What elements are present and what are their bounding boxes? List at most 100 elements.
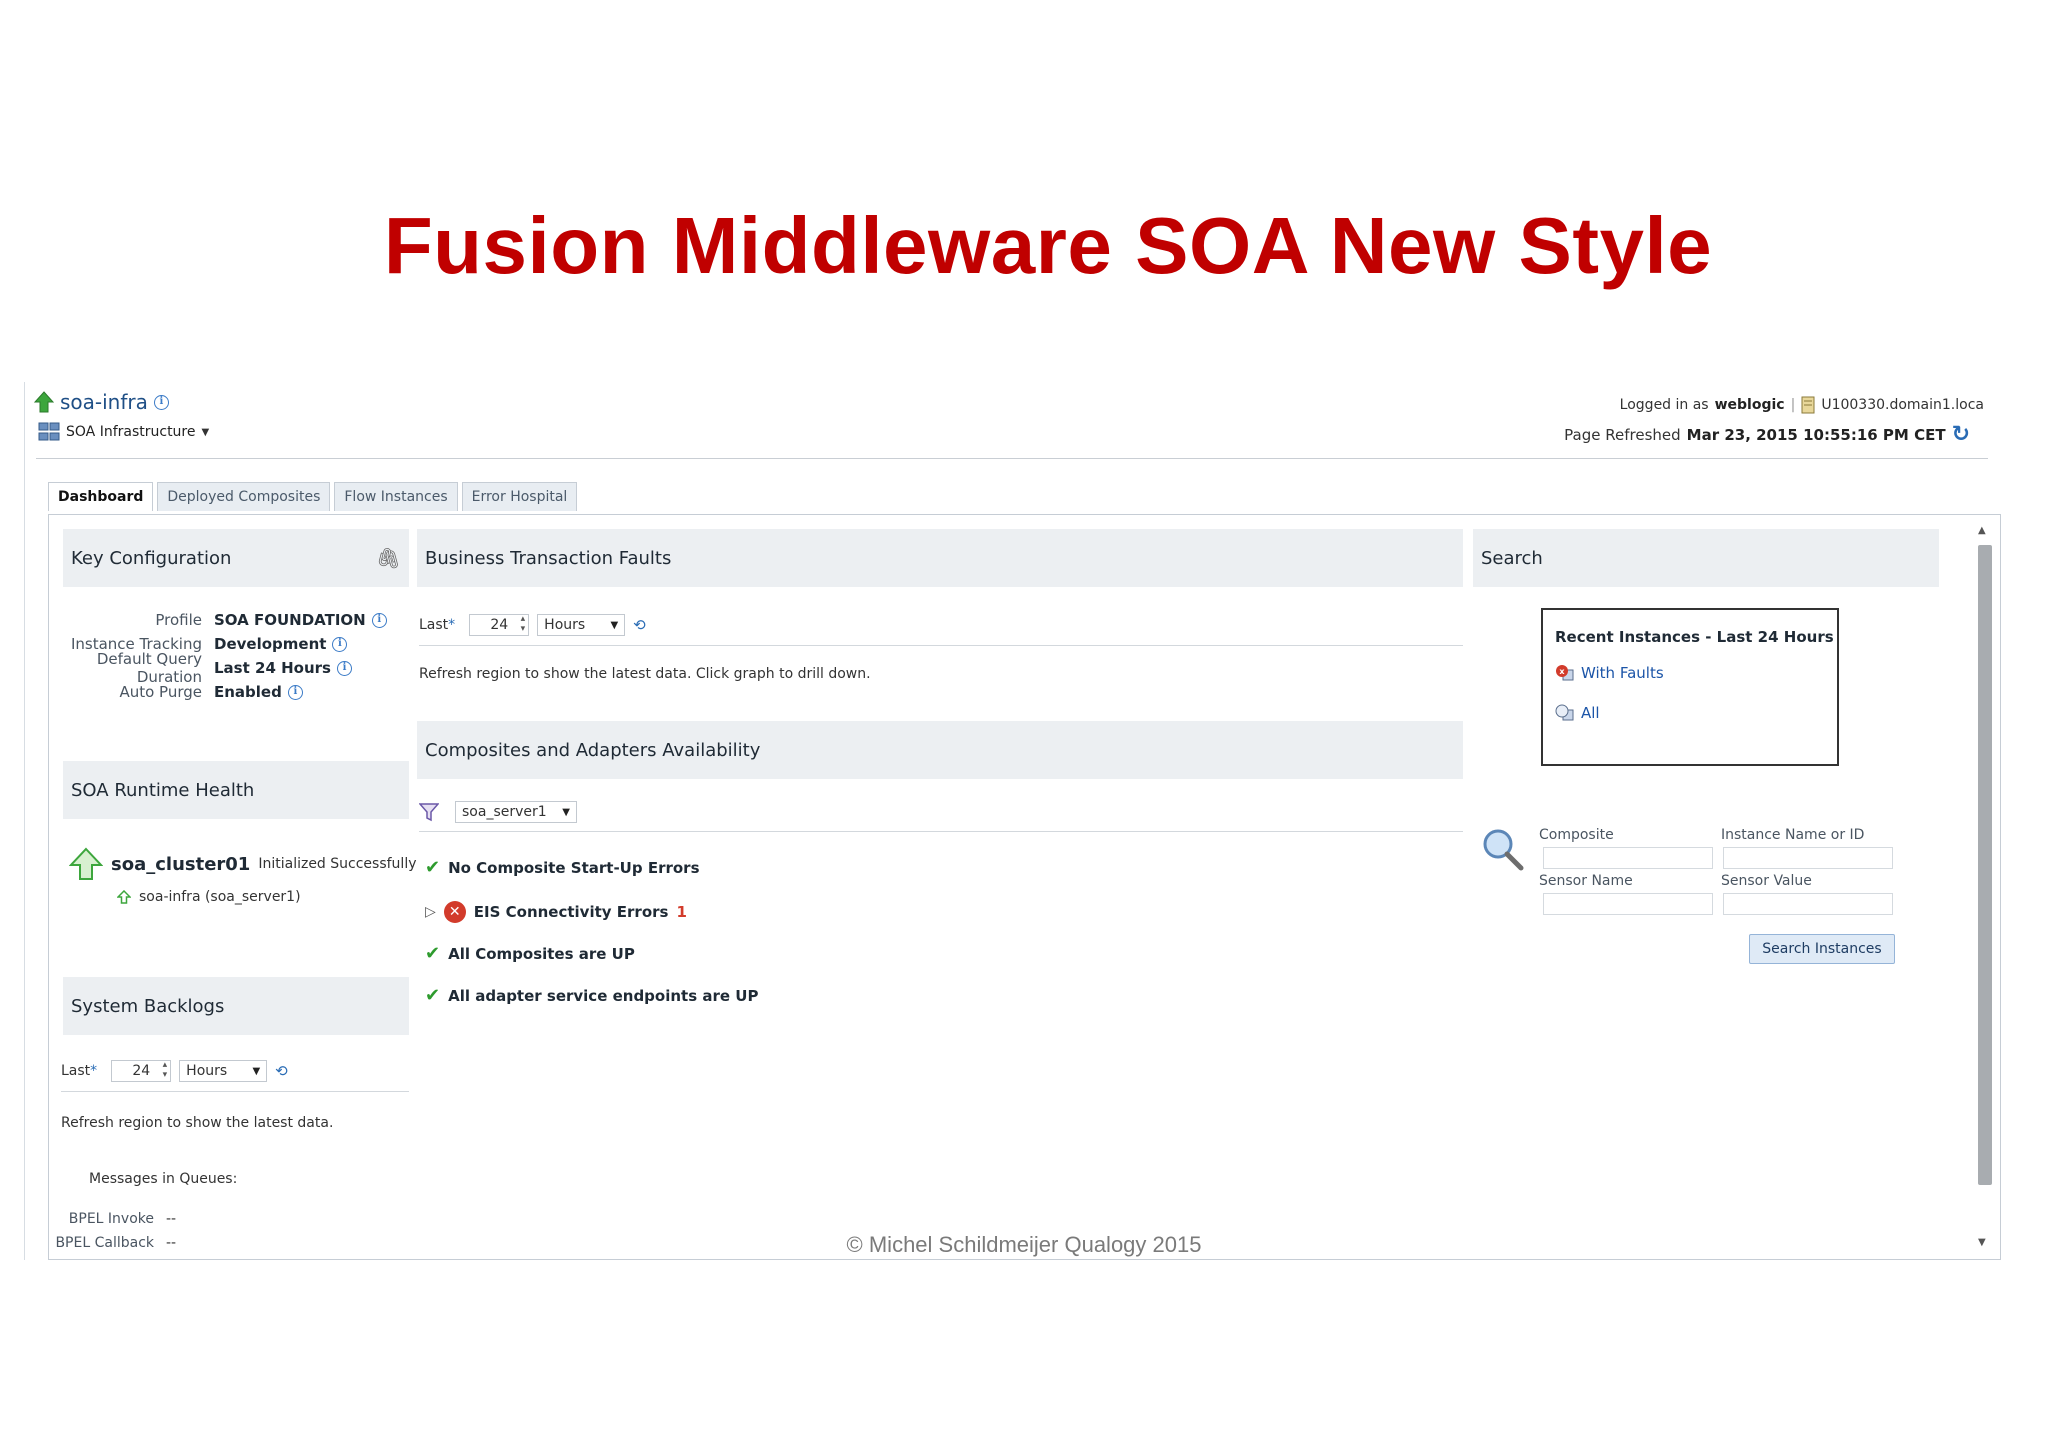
- instances-icon: [1555, 704, 1574, 721]
- left-border: [24, 382, 25, 1260]
- app-name[interactable]: soa-infra: [60, 390, 148, 414]
- cluster-row: soa_cluster01 Initialized Successfully: [69, 847, 417, 881]
- status-up-icon: [34, 391, 54, 413]
- availability-item: ▷ ✕ EIS Connectivity Errors 1: [425, 901, 687, 923]
- availability-item-label: No Composite Start-Up Errors: [448, 858, 700, 877]
- kc-value: SOA FOUNDATION: [214, 611, 366, 629]
- divider: [61, 1091, 409, 1092]
- dashboard-content: Key Configuration 🖇 Profile SOA FOUNDATI…: [48, 515, 2001, 1260]
- kc-query-duration-row: Default Query Duration Last 24 Hours i: [49, 650, 352, 686]
- em-screenshot: soa-infra i SOA Infrastructure ▼ Logged …: [24, 382, 2001, 1260]
- all-link[interactable]: All: [1555, 704, 1600, 722]
- refresh-info: Page Refreshed Mar 23, 2015 10:55:16 PM …: [1564, 424, 1970, 446]
- sensor-value-label: Sensor Value: [1721, 873, 1812, 889]
- status-up-icon: [69, 847, 103, 880]
- unit-select[interactable]: Hours: [179, 1060, 268, 1082]
- search-title: Search: [1481, 547, 1543, 569]
- with-faults-label: With Faults: [1581, 664, 1664, 682]
- kc-profile-row: Profile SOA FOUNDATION i: [49, 608, 387, 632]
- btf-header: Business Transaction Faults: [417, 529, 1463, 587]
- info-icon[interactable]: i: [336, 660, 352, 676]
- btf-note: Refresh region to show the latest data. …: [419, 666, 871, 682]
- btf-title: Business Transaction Faults: [425, 547, 672, 569]
- sensor-name-input[interactable]: [1543, 893, 1713, 915]
- tab-error-hospital[interactable]: Error Hospital: [461, 482, 578, 511]
- kc-label: Profile: [155, 611, 202, 629]
- search-instances-button[interactable]: Search Instances: [1749, 934, 1895, 964]
- availability-header: Composites and Adapters Availability: [417, 721, 1463, 779]
- instance-input[interactable]: [1723, 847, 1893, 869]
- server-row: soa-infra (soa_server1): [117, 889, 301, 905]
- server-icon: [1801, 396, 1815, 414]
- server-name[interactable]: soa-infra (soa_server1): [139, 889, 301, 905]
- refresh-icon[interactable]: ↻: [1952, 424, 1970, 446]
- last-label: Last*: [61, 1063, 98, 1079]
- key-configuration-header: Key Configuration 🖇: [63, 529, 409, 587]
- tab-dashboard[interactable]: Dashboard: [48, 482, 154, 511]
- sensor-value-input[interactable]: [1723, 893, 1893, 915]
- last-value-spinner[interactable]: 24: [469, 614, 530, 636]
- availability-item-label[interactable]: EIS Connectivity Errors: [474, 903, 669, 921]
- system-backlogs-header: System Backlogs: [63, 977, 409, 1035]
- host-name: U100330.domain1.loca: [1821, 397, 1984, 413]
- kc-label: Auto Purge: [119, 683, 202, 701]
- composite-input[interactable]: [1543, 847, 1713, 869]
- app-menu-label: SOA Infrastructure: [66, 424, 196, 440]
- availability-item-label: All adapter service endpoints are UP: [448, 986, 759, 1005]
- system-backlogs-title: System Backlogs: [71, 995, 225, 1017]
- cluster-status: Initialized Successfully: [258, 856, 417, 872]
- scroll-up-icon[interactable]: ▲: [1978, 525, 1986, 536]
- availability-item: ✔ All Composites are UP: [425, 943, 635, 964]
- faults-icon: x: [1556, 665, 1574, 681]
- filter-icon[interactable]: [419, 802, 439, 822]
- last-value-spinner[interactable]: 24: [111, 1060, 172, 1082]
- all-label: All: [1581, 704, 1600, 722]
- kc-value: Enabled: [214, 683, 282, 701]
- search-header: Search: [1473, 529, 1939, 587]
- unit-select[interactable]: Hours: [537, 614, 626, 636]
- with-faults-link[interactable]: x With Faults: [1555, 664, 1664, 682]
- info-icon[interactable]: i: [332, 636, 348, 652]
- slide-title: Fusion Middleware SOA New Style: [383, 201, 1713, 290]
- soa-infrastructure-icon: [38, 422, 60, 441]
- runtime-health-header: SOA Runtime Health: [63, 761, 409, 819]
- availability-item: ✔ All adapter service endpoints are UP: [425, 985, 758, 1006]
- scroll-thumb[interactable]: [1978, 545, 1992, 1185]
- tab-flow-instances[interactable]: Flow Instances: [334, 482, 458, 511]
- error-count[interactable]: 1: [676, 903, 686, 921]
- app-menu[interactable]: SOA Infrastructure ▼: [38, 422, 209, 442]
- queue-label: BPEL Invoke: [68, 1211, 154, 1227]
- user-name[interactable]: weblogic: [1715, 397, 1785, 413]
- logged-in-label: Logged in as: [1619, 397, 1709, 413]
- kc-value: Development: [214, 635, 327, 653]
- separator: |: [1790, 397, 1796, 413]
- paperclip-icon[interactable]: 🖇: [376, 546, 401, 570]
- vertical-scrollbar[interactable]: ▲ ▼: [1974, 525, 1994, 1255]
- cluster-name[interactable]: soa_cluster01: [111, 854, 250, 875]
- chevron-down-icon: ▼: [201, 426, 210, 438]
- check-icon: ✔: [425, 943, 441, 964]
- fetch-data-icon[interactable]: ⟲: [633, 616, 646, 634]
- recent-instances-title: Recent Instances - Last 24 Hours: [1555, 628, 1834, 646]
- expand-icon[interactable]: ▷: [425, 904, 436, 920]
- sensor-name-label: Sensor Name: [1539, 873, 1633, 889]
- tab-deployed-composites[interactable]: Deployed Composites: [157, 482, 331, 511]
- check-icon: ✔: [425, 857, 441, 878]
- tab-bar: Dashboard Deployed Composites Flow Insta…: [48, 482, 578, 511]
- info-icon[interactable]: i: [153, 394, 169, 410]
- login-info: Logged in as weblogic | U100330.domain1.…: [1620, 396, 1984, 414]
- divider: [419, 645, 1463, 646]
- app-header: soa-infra i: [34, 390, 169, 414]
- fetch-data-icon[interactable]: ⟲: [275, 1062, 288, 1080]
- recent-instances-box: Recent Instances - Last 24 Hours x With …: [1541, 608, 1839, 766]
- server-select[interactable]: soa_server1: [455, 801, 577, 823]
- info-icon[interactable]: i: [287, 684, 303, 700]
- info-icon[interactable]: i: [371, 612, 387, 628]
- header-divider: [36, 458, 1988, 459]
- runtime-health-title: SOA Runtime Health: [71, 779, 255, 801]
- svg-text:x: x: [1559, 667, 1565, 676]
- last-label: Last*: [419, 617, 456, 633]
- page-refreshed-label: Page Refreshed: [1564, 426, 1681, 444]
- kc-value: Last 24 Hours: [214, 659, 331, 677]
- availability-title: Composites and Adapters Availability: [425, 739, 761, 761]
